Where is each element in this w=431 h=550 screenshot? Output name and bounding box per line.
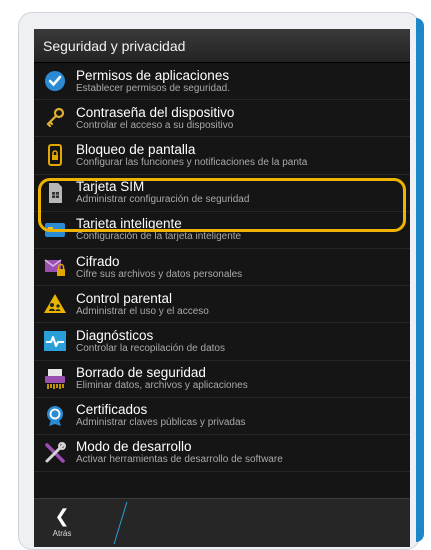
settings-item-lock-screen[interactable]: Bloqueo de pantalla Configurar las funci… xyxy=(34,137,410,175)
settings-item-device-password[interactable]: Contraseña del dispositivo Controlar el … xyxy=(34,100,410,138)
settings-item-subtitle: Controlar el acceso a su dispositivo xyxy=(76,119,234,131)
settings-item-title: Permisos de aplicaciones xyxy=(76,67,230,83)
action-bar: ❮ Atrás xyxy=(34,498,410,547)
settings-item-encryption[interactable]: Cifrado Cifre sus archivos y datos perso… xyxy=(34,249,410,287)
settings-item-subtitle: Establecer permisos de seguridad. xyxy=(76,82,230,94)
page-title: Seguridad y privacidad xyxy=(43,37,186,54)
page-header: Seguridad y privacidad xyxy=(34,29,410,63)
settings-item-subtitle: Administrar claves públicas y privadas xyxy=(76,417,246,429)
settings-item-developer-mode[interactable]: Modo de desarrollo Activar herramientas … xyxy=(34,435,410,473)
settings-item-security-wipe[interactable]: Borrado de seguridad Eliminar datos, arc… xyxy=(34,361,410,398)
keys-icon xyxy=(34,106,76,130)
parental-control-icon xyxy=(34,292,76,316)
settings-list: Permisos de aplicaciones Establecer perm… xyxy=(34,63,410,473)
action-bar-divider xyxy=(113,501,128,545)
developer-tools-icon xyxy=(34,441,76,465)
settings-item-title: Modo de desarrollo xyxy=(76,439,192,455)
settings-item-subtitle: Eliminar datos, archivos y aplicaciones xyxy=(76,380,248,392)
encrypted-envelope-icon xyxy=(34,255,76,279)
device-frame-accent xyxy=(416,18,424,542)
highlight-outline xyxy=(38,178,406,232)
checkmark-shield-icon xyxy=(34,69,76,93)
settings-item-title: Diagnósticos xyxy=(76,327,154,343)
shredder-icon xyxy=(34,367,76,391)
settings-item-subtitle: Administrar el uso y el acceso xyxy=(76,305,209,317)
settings-item-subtitle: Configuración de la tarjeta inteligente xyxy=(76,231,242,243)
chevron-left-icon: ❮ xyxy=(54,506,70,526)
settings-item-title: Borrado de seguridad xyxy=(76,365,206,381)
settings-item-title: Certificados xyxy=(76,402,148,418)
settings-item-parental-control[interactable]: Control parental Administrar el uso y el… xyxy=(34,286,410,324)
settings-item-title: Bloqueo de pantalla xyxy=(76,141,196,157)
settings-screen: Seguridad y privacidad Permisos de aplic… xyxy=(34,29,410,547)
back-button[interactable]: ❮ Atrás xyxy=(40,505,84,545)
settings-item-subtitle: Activar herramientas de desarrollo de so… xyxy=(76,454,283,466)
settings-item-diagnostics[interactable]: Diagnósticos Controlar la recopilación d… xyxy=(34,323,410,361)
lock-screen-icon xyxy=(34,143,76,167)
settings-item-title: Control parental xyxy=(76,290,173,306)
certificate-badge-icon xyxy=(34,404,76,428)
pulse-icon xyxy=(34,329,76,353)
back-label: Atrás xyxy=(52,529,72,538)
settings-item-app-permissions[interactable]: Permisos de aplicaciones Establecer perm… xyxy=(34,63,410,101)
settings-item-subtitle: Controlar la recopilación de datos xyxy=(76,342,225,354)
settings-item-subtitle: Configurar las funciones y notificacione… xyxy=(76,156,308,168)
settings-item-title: Cifrado xyxy=(76,253,120,269)
settings-item-certificates[interactable]: Certificados Administrar claves públicas… xyxy=(34,398,410,435)
settings-item-subtitle: Cifre sus archivos y datos personales xyxy=(76,268,243,280)
settings-item-title: Contraseña del dispositivo xyxy=(76,104,235,120)
